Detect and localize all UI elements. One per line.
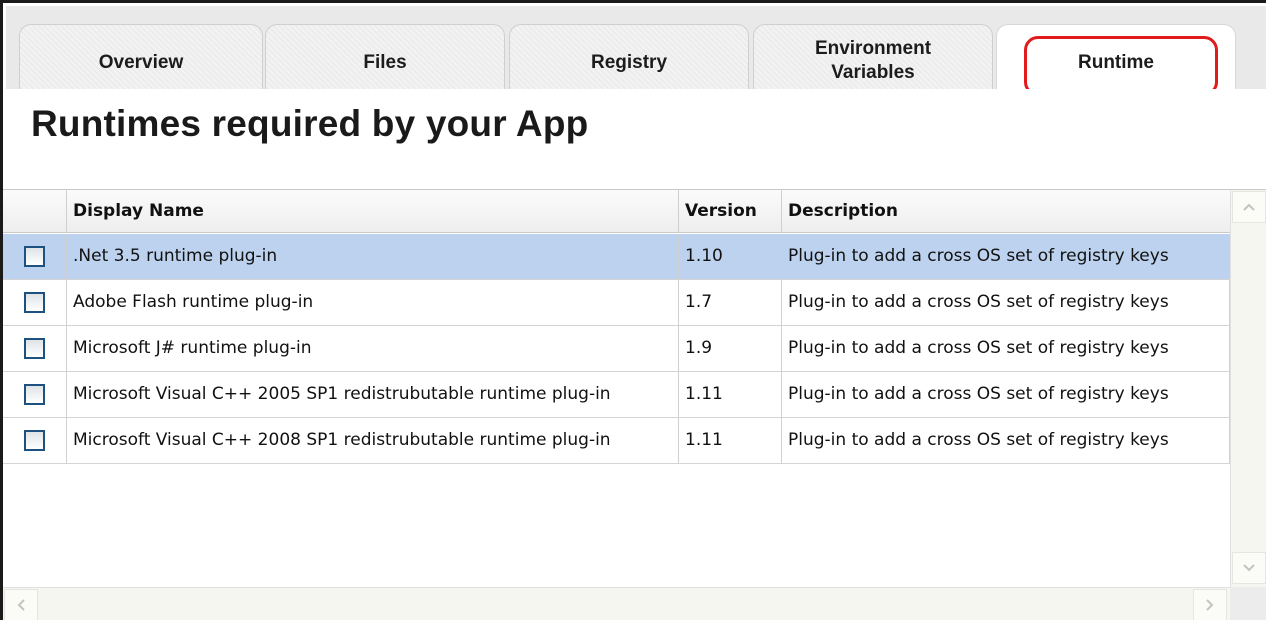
- horizontal-scrollbar[interactable]: [3, 587, 1230, 620]
- scrollbar-corner: [1230, 587, 1266, 620]
- checkbox-cell: [3, 418, 67, 463]
- tab-label: Runtime: [1078, 52, 1154, 73]
- description-cell: Plug-in to add a cross OS set of registr…: [782, 326, 1230, 371]
- display-name-cell: Adobe Flash runtime plug-in: [67, 280, 679, 325]
- description-cell: Plug-in to add a cross OS set of registr…: [782, 280, 1230, 325]
- version-cell: 1.10: [679, 234, 782, 279]
- table-row[interactable]: Microsoft Visual C++ 2008 SP1 redistrubu…: [3, 418, 1230, 464]
- header-version[interactable]: Version: [679, 190, 782, 233]
- row-checkbox[interactable]: [24, 430, 45, 451]
- tab-label: Registry: [590, 52, 668, 73]
- tab-label: Environment Variables: [814, 38, 932, 83]
- checkbox-cell: [3, 280, 67, 325]
- description-cell: Plug-in to add a cross OS set of registr…: [782, 372, 1230, 417]
- chevron-down-icon[interactable]: [1232, 552, 1266, 584]
- display-name-cell: Microsoft Visual C++ 2008 SP1 redistrubu…: [67, 418, 679, 463]
- description-cell: Plug-in to add a cross OS set of registr…: [782, 234, 1230, 279]
- version-cell: 1.9: [679, 326, 782, 371]
- row-checkbox[interactable]: [24, 338, 45, 359]
- chevron-up-icon[interactable]: [1232, 191, 1266, 223]
- page-title: Runtimes required by your App: [31, 103, 589, 144]
- tab-strip: Overview Files Registry Environment Vari…: [6, 6, 1266, 102]
- tab-label: Overview: [98, 52, 184, 73]
- checkbox-cell: [3, 372, 67, 417]
- row-checkbox[interactable]: [24, 384, 45, 405]
- version-cell: 1.11: [679, 372, 782, 417]
- table-row[interactable]: Microsoft J# runtime plug-in 1.9 Plug-in…: [3, 326, 1230, 372]
- row-checkbox[interactable]: [24, 292, 45, 313]
- chevron-left-icon[interactable]: [4, 589, 38, 620]
- display-name-cell: Microsoft Visual C++ 2005 SP1 redistrubu…: [67, 372, 679, 417]
- header-display-name[interactable]: Display Name: [67, 190, 679, 233]
- description-cell: Plug-in to add a cross OS set of registr…: [782, 418, 1230, 463]
- vertical-scrollbar[interactable]: [1230, 190, 1266, 587]
- checkbox-cell: [3, 326, 67, 371]
- runtimes-grid: Display Name Version Description .Net 3.…: [3, 189, 1266, 620]
- table-row[interactable]: .Net 3.5 runtime plug-in 1.10 Plug-in to…: [3, 234, 1230, 280]
- grid-header: Display Name Version Description: [3, 190, 1230, 233]
- tab-label: Files: [363, 52, 407, 73]
- display-name-cell: Microsoft J# runtime plug-in: [67, 326, 679, 371]
- header-checkbox-column[interactable]: [3, 190, 67, 233]
- display-name-cell: .Net 3.5 runtime plug-in: [67, 234, 679, 279]
- grid-rows: .Net 3.5 runtime plug-in 1.10 Plug-in to…: [3, 234, 1230, 464]
- version-cell: 1.7: [679, 280, 782, 325]
- checkbox-cell: [3, 234, 67, 279]
- table-row[interactable]: Adobe Flash runtime plug-in 1.7 Plug-in …: [3, 280, 1230, 326]
- version-cell: 1.11: [679, 418, 782, 463]
- header-description[interactable]: Description: [782, 190, 1230, 233]
- chevron-right-icon[interactable]: [1193, 589, 1227, 620]
- table-row[interactable]: Microsoft Visual C++ 2005 SP1 redistrubu…: [3, 372, 1230, 418]
- row-checkbox[interactable]: [24, 246, 45, 267]
